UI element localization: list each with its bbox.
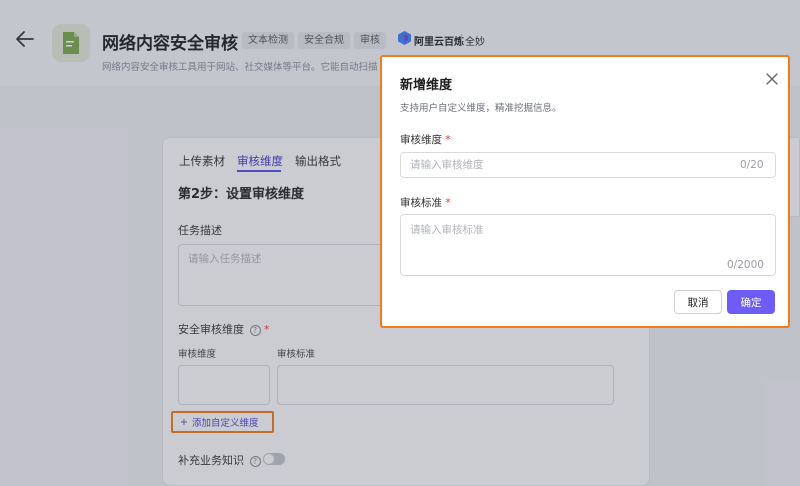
required-mark: * [445, 134, 451, 146]
dimension-field-label: 审核维度 * [400, 132, 451, 147]
confirm-button[interactable]: 确定 [727, 290, 775, 314]
standard-input[interactable] [400, 214, 776, 276]
dimension-counter: 0/20 [740, 159, 764, 171]
standard-field-text: 审核标准 [400, 197, 442, 209]
modal-subtitle: 支持用户自定义维度，精准挖掘信息。 [400, 103, 562, 114]
dimension-field-text: 审核维度 [400, 134, 442, 146]
cancel-button[interactable]: 取消 [674, 290, 722, 314]
modal-title: 新增维度 [400, 78, 453, 93]
required-mark: * [445, 197, 451, 209]
standard-counter: 0/2000 [727, 259, 764, 271]
dimension-name-input[interactable] [400, 152, 776, 178]
add-dimension-modal: 新增维度 支持用户自定义维度，精准挖掘信息。 审核维度 * 0/20 审核标准 … [380, 55, 790, 328]
standard-field-label: 审核标准 * [400, 195, 451, 210]
close-icon[interactable] [765, 72, 779, 86]
